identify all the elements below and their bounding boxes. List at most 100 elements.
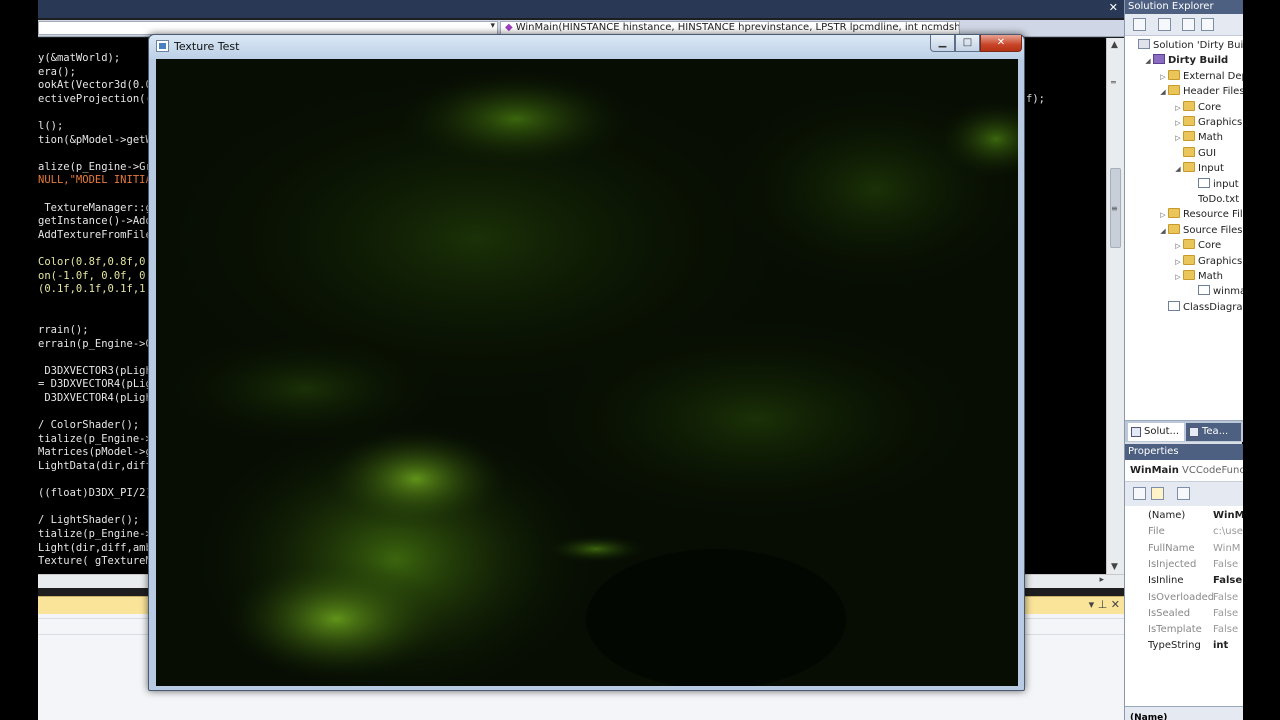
code-line: D3DXVECTOR4(pLight (38, 392, 159, 404)
type-dropdown[interactable]: ▾ (38, 21, 498, 35)
code-line: LightData(dir,diff, (38, 460, 159, 472)
window-title: Texture Test (174, 40, 240, 53)
object-type: VCCodeFunctio (1182, 465, 1243, 476)
texture-test-window[interactable]: Texture Test ▁ □ ✕ (148, 34, 1025, 691)
scroll-right-icon[interactable]: ▸ (1099, 575, 1104, 585)
tree-item[interactable]: ◢ Input (1173, 161, 1224, 176)
view-class-diagram-icon[interactable] (1201, 18, 1214, 31)
code-line: ectiveProjection((f (38, 92, 159, 105)
expand-toggle-icon[interactable]: ◢ (1173, 162, 1183, 177)
tree-item[interactable]: ▷ Core (1173, 238, 1221, 253)
property-value[interactable]: int (1213, 638, 1228, 654)
tree-item-label: winmain (1213, 286, 1243, 298)
expand-toggle-icon[interactable]: ▷ (1173, 239, 1183, 254)
minimize-button[interactable]: ▁ (930, 35, 955, 52)
code-line: / LightShader(); (38, 514, 140, 527)
property-value[interactable]: False (1213, 606, 1238, 622)
tree-item[interactable]: ▷ Core (1173, 100, 1221, 115)
document-tab-strip: ✕ (38, 0, 1124, 18)
folder-icon (1183, 116, 1195, 126)
file-icon (1198, 285, 1210, 296)
property-row[interactable]: TypeString int (1125, 638, 1243, 654)
property-name: FullName (1148, 542, 1195, 554)
property-row[interactable]: FullName WinM (1125, 541, 1243, 557)
tree-item[interactable]: ToDo.txt (1188, 192, 1239, 207)
tree-item-label: Input (1198, 163, 1224, 175)
splitter-icon[interactable]: ═ (1111, 78, 1116, 87)
properties-object-selector[interactable]: WinMain VCCodeFunctio (1125, 460, 1243, 482)
property-value[interactable]: c:\use (1213, 524, 1243, 540)
panel-pin-close-icons[interactable]: ▾ ⊥ ✕ (1089, 598, 1120, 611)
property-row[interactable]: (Name) WinM (1125, 508, 1243, 524)
property-row[interactable]: IsOverloaded False (1125, 590, 1243, 606)
expand-toggle-icon[interactable]: ▷ (1173, 131, 1183, 146)
property-value[interactable]: WinM (1213, 541, 1240, 557)
close-document-icon[interactable]: ✕ (1109, 1, 1118, 14)
tree-item[interactable]: ◢ Header Files (1158, 84, 1243, 99)
letterbox-left (0, 0, 38, 720)
tree-item[interactable]: ▷ Graphics (1173, 115, 1242, 130)
refresh-icon[interactable] (1182, 18, 1195, 31)
member-dropdown[interactable]: ◆ WinMain(HINSTANCE hinstance, HINSTANCE … (500, 21, 960, 35)
maximize-button[interactable]: □ (955, 35, 980, 52)
expand-toggle-icon[interactable]: ▷ (1173, 255, 1183, 270)
code-line: rrain(); (38, 324, 89, 336)
tree-item[interactable]: GUI (1173, 146, 1216, 161)
tree-item[interactable]: ▷ Resource File (1158, 207, 1243, 222)
expand-toggle-icon[interactable]: ▷ (1173, 270, 1183, 285)
tree-item[interactable]: input (1188, 177, 1239, 192)
expand-toggle-icon[interactable]: ▷ (1173, 116, 1183, 131)
scroll-down-icon[interactable]: ▼ (1111, 562, 1118, 572)
property-value[interactable]: False (1213, 622, 1238, 638)
property-value[interactable]: False (1213, 557, 1238, 573)
property-pages-icon[interactable] (1177, 487, 1190, 500)
property-value[interactable]: False (1213, 590, 1238, 606)
alphabetical-icon[interactable] (1151, 487, 1164, 500)
project-icon (1153, 54, 1165, 65)
property-row[interactable]: IsSealed False (1125, 606, 1243, 622)
tree-item-label: Math (1198, 271, 1224, 282)
expand-toggle-icon[interactable]: ▷ (1158, 70, 1168, 85)
property-row[interactable]: IsInjected False (1125, 557, 1243, 573)
scroll-up-icon[interactable]: ▲ (1111, 40, 1118, 50)
tree-item[interactable]: ClassDiagram (1158, 300, 1243, 315)
tree-item[interactable]: winmain (1188, 284, 1243, 299)
tree-item[interactable]: ◢ Dirty Build (1143, 53, 1228, 68)
member-dropdown-label: WinMain(HINSTANCE hinstance, HINSTANCE h… (515, 22, 960, 33)
property-grid: (Name) WinM File c:\use FullName WinM IsInject… (1125, 506, 1243, 706)
tree-item[interactable]: ▷ External Dep (1158, 69, 1243, 84)
tab-solution-explorer[interactable]: Solut... (1128, 423, 1184, 441)
tab-label: Solut... (1144, 426, 1180, 437)
show-all-files-icon[interactable] (1158, 18, 1171, 31)
categorized-icon[interactable] (1133, 487, 1146, 500)
property-name: File (1148, 526, 1165, 538)
expand-toggle-icon[interactable]: ▷ (1158, 208, 1168, 223)
tree-item-label: ToDo.txt (1198, 194, 1240, 205)
close-button[interactable]: ✕ (980, 35, 1022, 52)
property-row[interactable]: File c:\use (1125, 524, 1243, 540)
properties-toolbar-icon[interactable] (1133, 18, 1146, 31)
code-line-tail: f); (1026, 92, 1045, 105)
tree-item[interactable]: ▷ Math (1173, 130, 1223, 145)
property-value[interactable]: False (1213, 573, 1242, 589)
folder-icon (1183, 146, 1195, 157)
folder-icon (1183, 100, 1195, 111)
property-row[interactable]: IsInline False (1125, 573, 1243, 589)
expand-toggle-icon[interactable]: ◢ (1158, 224, 1168, 239)
expand-toggle-icon[interactable]: ▷ (1173, 101, 1183, 116)
expand-toggle-icon[interactable]: ◢ (1143, 54, 1153, 69)
property-value[interactable]: WinM (1213, 508, 1243, 524)
app-window-icon (156, 40, 169, 52)
folder-icon (1168, 223, 1180, 234)
editor-vertical-scrollbar[interactable]: ▲ ═ ≡ ▼ (1106, 38, 1124, 574)
tree-item[interactable]: ▷ Math (1173, 269, 1223, 284)
property-row[interactable]: IsTemplate False (1125, 622, 1243, 638)
tree-item[interactable]: Solution 'Dirty Build (1128, 38, 1243, 53)
window-titlebar[interactable]: Texture Test ▁ □ ✕ (149, 35, 1024, 59)
tab-team-explorer[interactable]: Tea... (1186, 423, 1241, 441)
expand-toggle-icon[interactable]: ◢ (1158, 85, 1168, 100)
tree-item[interactable]: ▷ Graphics (1173, 254, 1242, 269)
render-viewport[interactable] (156, 59, 1018, 686)
code-line: (0.1f,0.1f,0.1f,1.0 (38, 283, 159, 296)
tree-item[interactable]: ◢ Source Files (1158, 223, 1242, 238)
